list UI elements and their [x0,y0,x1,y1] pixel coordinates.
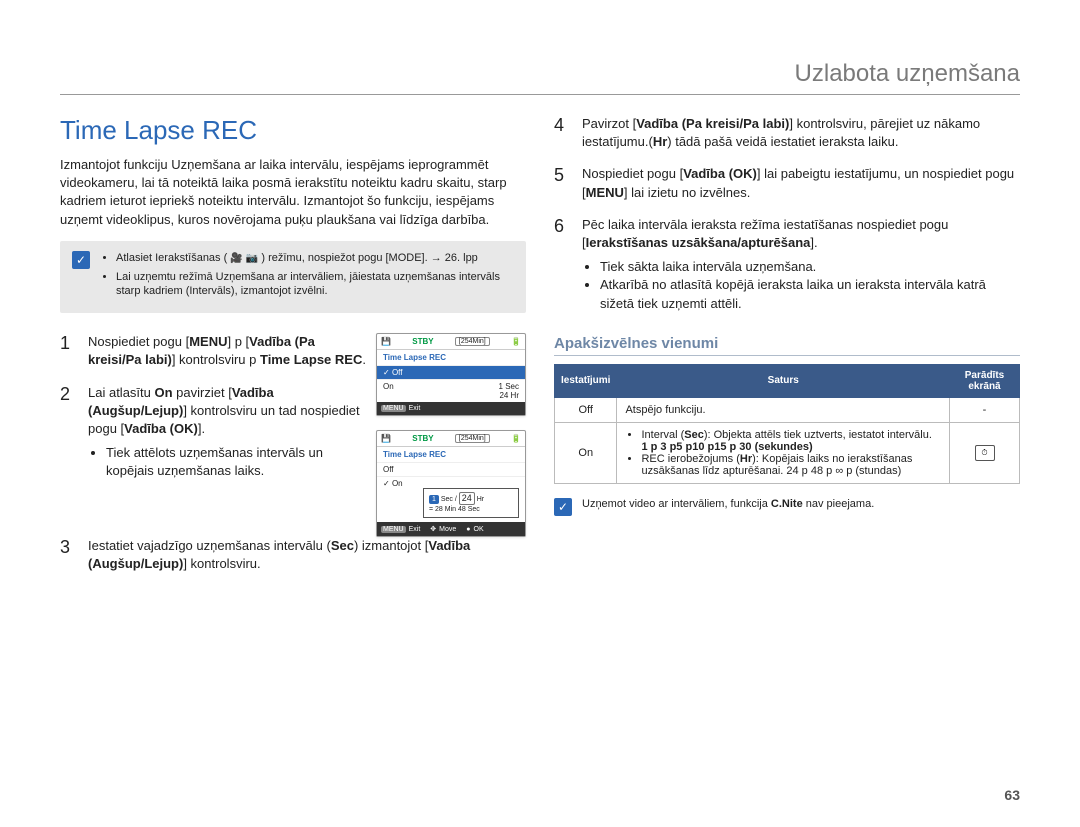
step-2-bullet: Tiek attēlots uzņemšanas intervāls un ko… [106,444,366,480]
submenu-heading: Apakšizvēlnes vienumi [554,335,1020,356]
settings-table: Iestatījumi Saturs Parādīts ekrānā Off A… [554,364,1020,484]
check-icon: ✓ [383,479,390,488]
right-column: 4 Pavirzot [Vadība (Pa kreisi/Pa labi)] … [554,115,1020,588]
screenshot-footer: MENU Exit [377,402,525,415]
th-settings: Iestatījumi [555,364,617,397]
cell-off-icon: - [950,397,1020,422]
sd-icon: 💾 [381,337,391,346]
step-4: 4 Pavirzot [Vadība (Pa kreisi/Pa labi)] … [554,115,1020,151]
menu-badge: MENU [381,405,406,412]
footnote: ✓ Uzņemot video ar intervāliem, funkcija… [554,498,1020,516]
on-bullet-interval: Interval (Sec): Objekta attēls tiek uztv… [641,429,941,453]
check-icon: ✓ [383,368,390,377]
section-heading: Time Lapse REC [60,115,526,146]
popup-sec-value: 1 [429,495,439,504]
step-body: Pavirzot [Vadība (Pa kreisi/Pa labi)] ko… [582,115,1020,151]
check-icon: ✓ [72,251,90,269]
on-bullet-rec-limit: REC ierobežojums (Hr): Kopējais laiks no… [641,453,941,477]
step-3: 3 Iestatiet vajadzīgo uzņemšanas intervā… [60,537,526,573]
th-display: Parādīts ekrānā [950,364,1020,397]
step-number: 4 [554,115,572,137]
cell-off-desc: Atspējo funkciju. [617,397,950,422]
th-content: Saturs [617,364,950,397]
step-number: 2 [60,384,78,406]
step-1: 1 Nospiediet pogu [MENU] p [Vadība (Pa k… [60,333,366,369]
menu-row-off: Off [377,462,525,476]
step-6: 6 Pēc laika intervāla ieraksta režīma ie… [554,216,1020,313]
check-icon: ✓ [554,498,572,516]
footnote-text: Uzņemot video ar intervāliem, funkcija C… [582,498,874,510]
note-item-2: Lai uzņemtu režīmā Uzņemšana ar intervāl… [116,270,514,300]
screenshots-column: 💾 STBY [254Min] 🔋 Time Lapse REC ✓ Off O… [376,333,526,537]
page-header: Uzlabota uzņemšana [60,60,1020,95]
step-body: Nospiediet pogu [MENU] p [Vadība (Pa kre… [88,333,366,369]
menu-row-on: On 1 Sec 24 Hr [377,379,525,402]
left-column: Time Lapse REC Izmantojot funkciju Uzņem… [60,115,526,588]
time-remaining: [254Min] [455,434,490,443]
two-column-layout: Time Lapse REC Izmantojot funkciju Uzņem… [60,115,1020,588]
page-number: 63 [1004,787,1020,803]
camera-screenshot-1: 💾 STBY [254Min] 🔋 Time Lapse REC ✓ Off O… [376,333,526,416]
step-6-bullet-1: Tiek sākta laika intervāla uzņemšana. [600,258,1020,276]
interval-popup: 1 Sec / 24 Hr = 28 Min 48 Sec [423,488,519,518]
step-number: 6 [554,216,572,238]
note-box: ✓ Atlasiet Ierakstīšanas ( 🎥 📷 ) režīmu,… [60,241,526,314]
step-body: Lai atlasītu On pavirziet [Vadība (Augšu… [88,384,366,481]
step-number: 5 [554,165,572,187]
note-item-1: Atlasiet Ierakstīšanas ( 🎥 📷 ) režīmu, n… [116,251,514,266]
intro-paragraph: Izmantojot funkciju Uzņemšana ar laika i… [60,156,526,229]
battery-icon: 🔋 [511,434,521,443]
camera-screenshot-2: 💾 STBY [254Min] 🔋 Time Lapse REC Off ✓ O… [376,430,526,537]
header-title: Uzlabota uzņemšana [795,60,1020,87]
stby-label: STBY [412,434,433,443]
menu-badge: MENU [381,526,406,533]
battery-icon: 🔋 [511,337,521,346]
cell-on-desc: Interval (Sec): Objekta attēls tiek uztv… [617,422,950,483]
stby-label: STBY [412,337,433,346]
step-2: 2 Lai atlasītu On pavirziet [Vadība (Aug… [60,384,366,481]
step-body: Nospiediet pogu [Vadība (OK)] lai pabeig… [582,165,1020,201]
screenshot-footer: MENU Exit ✥ Move ● OK [377,522,525,536]
step-body: Iestatiet vajadzīgo uzņemšanas intervālu… [88,537,526,573]
step-number: 3 [60,537,78,559]
cell-on-icon: ⏱ [950,422,1020,483]
cell-off: Off [555,397,617,422]
time-remaining: [254Min] [455,337,490,346]
table-row: On Interval (Sec): Objekta attēls tiek u… [555,422,1020,483]
step-body: Pēc laika intervāla ieraksta režīma iest… [582,216,1020,313]
video-icon: 🎥 [230,253,242,264]
sd-icon: 💾 [381,434,391,443]
cell-on: On [555,422,617,483]
table-row: Off Atspējo funkciju. - [555,397,1020,422]
popup-result: = 28 Min 48 Sec [429,506,480,513]
step-6-bullet-2: Atkarībā no atlasītā kopējā ieraksta lai… [600,276,1020,312]
note-list: Atlasiet Ierakstīšanas ( 🎥 📷 ) režīmu, n… [100,251,514,304]
step-number: 1 [60,333,78,355]
popup-hr-value: 24 [459,492,475,505]
timelapse-icon: ⏱ [975,445,995,461]
ok-icon: ● [466,526,470,533]
move-icon: ✥ [430,525,436,533]
menu-title: Time Lapse REC [377,350,525,365]
menu-row-off: ✓ Off [377,365,525,379]
menu-title: Time Lapse REC [377,447,525,462]
step-5: 5 Nospiediet pogu [Vadība (OK)] lai pabe… [554,165,1020,201]
camera-icon: 📷 [246,253,258,264]
